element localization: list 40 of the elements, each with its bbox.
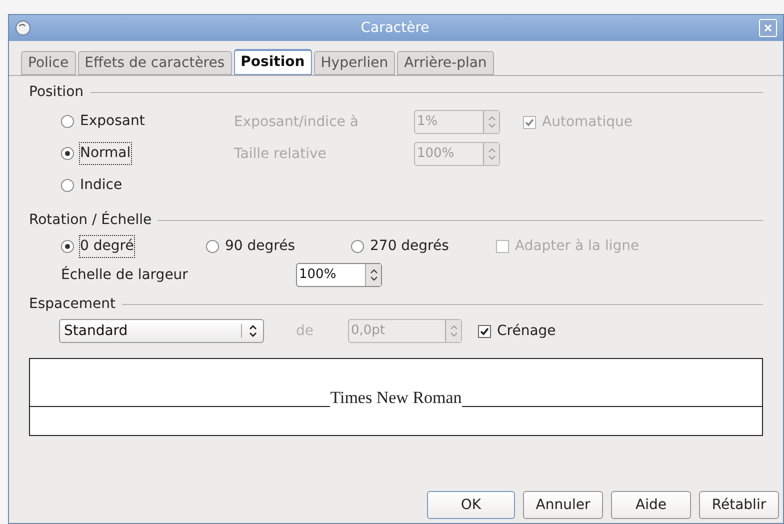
radio-button[interactable] <box>61 240 74 252</box>
radio-label[interactable]: Indice <box>80 174 122 196</box>
window-title: Caractère <box>360 18 430 38</box>
radio-label[interactable]: 270 degrés <box>370 236 449 256</box>
radio-button[interactable] <box>61 178 74 192</box>
tab[interactable]: Police <box>21 51 76 75</box>
radio-label[interactable]: 0 degré <box>80 236 134 256</box>
spin-arrows-icon[interactable] <box>365 264 381 286</box>
checkbox-label: Adapter à la ligne <box>515 236 640 256</box>
checkbox-label: Crénage <box>497 322 556 340</box>
field-label: Exposant/indice à <box>234 112 360 132</box>
dialog-button[interactable]: Annuler <box>523 491 603 519</box>
radio-label[interactable]: 90 degrés <box>225 236 296 256</box>
dialog-button[interactable]: OK <box>427 491 515 519</box>
dialog-button[interactable]: Aide <box>611 491 691 519</box>
tab[interactable]: Position <box>234 49 312 75</box>
close-button[interactable] <box>759 19 777 37</box>
radio-label[interactable]: Normal <box>80 142 131 164</box>
field-label: de <box>296 322 314 340</box>
dialog-button[interactable]: Rétablir <box>699 491 779 519</box>
tab[interactable]: Effets de caractères <box>78 51 232 75</box>
radio-button[interactable] <box>61 114 74 128</box>
section-heading: Espacement <box>29 294 116 314</box>
tab[interactable]: Arrière-plan <box>397 51 494 75</box>
radio-button[interactable] <box>61 146 74 160</box>
field-label: Taille relative <box>234 144 328 164</box>
section-heading: Rotation / Échelle <box>29 210 152 230</box>
preview-text: Times New Roman <box>330 388 462 408</box>
radio-label[interactable]: Exposant <box>80 110 145 132</box>
radio-button[interactable] <box>351 240 364 252</box>
checkbox-label: Automatique <box>542 112 632 132</box>
field-label: Échelle de largeur <box>61 265 189 284</box>
spin-field[interactable]: 100% <box>296 263 382 287</box>
section-heading: Position <box>29 82 84 102</box>
checkbox[interactable] <box>478 324 491 338</box>
radio-button[interactable] <box>206 240 219 252</box>
close-icon <box>763 23 773 33</box>
dropdown[interactable]: Standard <box>59 319 264 343</box>
app-icon <box>15 20 31 36</box>
tab[interactable]: Hyperlien <box>314 51 396 75</box>
